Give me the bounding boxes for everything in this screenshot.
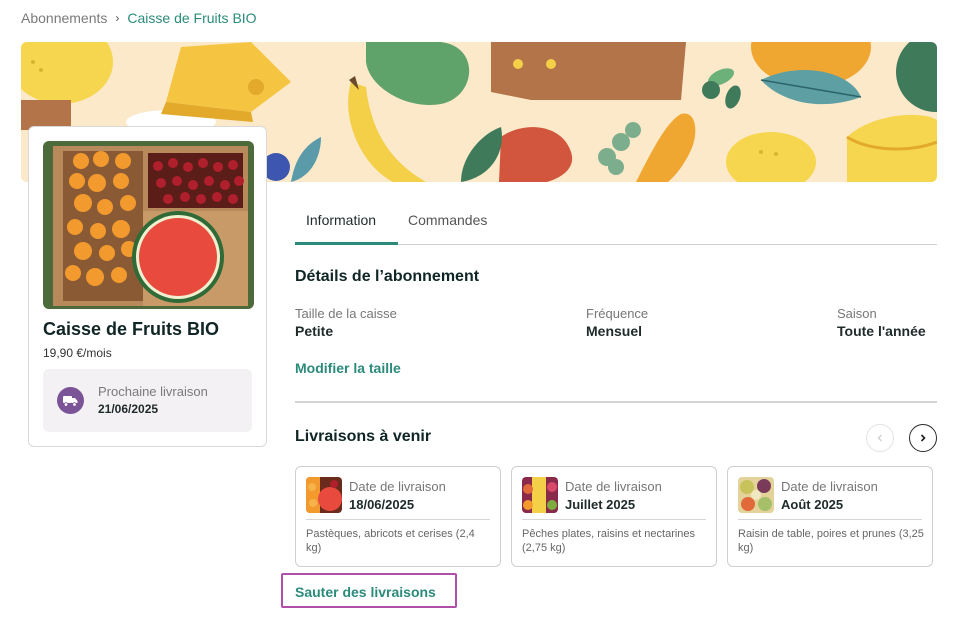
fruit-thumbnail-image [306,477,342,513]
delivery-date: Août 2025 [781,497,844,512]
delivery-description: Raisin de table, poires et prunes (3,25 … [738,528,924,554]
next-delivery-label: Prochaine livraison [98,384,208,399]
previous-button[interactable] [866,424,894,452]
field-value-size: Petite [295,323,334,339]
next-button[interactable] [909,424,937,452]
breadcrumb-current: Caisse de Fruits BIO [127,10,257,26]
next-delivery-date: 21/06/2025 [98,402,159,416]
chevron-right-icon [920,434,926,442]
breadcrumb-abonnements-link[interactable]: Abonnements [21,10,107,26]
details-title: Détails de l’abonnement [295,268,480,285]
delivery-description: Pêches plates, raisins et nectarines (2,… [522,528,696,554]
field-label-size: Taille de la caisse [295,306,397,321]
delivery-date: 18/06/2025 [349,497,415,512]
product-photo [43,141,254,309]
delivery-label: Date de livraison [781,479,878,494]
tab-bar: Information Commandes [295,200,937,245]
section-divider [295,401,937,403]
modify-size-link[interactable]: Modifier la taille [295,360,401,376]
delivery-divider [306,519,490,520]
chevron-left-icon [877,434,882,442]
upcoming-title: Livraisons à venir [295,428,432,445]
tab-information[interactable]: Information [306,212,376,228]
delivery-date: Juillet 2025 [565,497,636,512]
delivery-label: Date de livraison [565,479,662,494]
delivery-divider [738,519,922,520]
delivery-card[interactable]: Date de livraison Juillet 2025 Pêches pl… [511,466,717,567]
product-name: Caisse de Fruits BIO [43,319,220,339]
fruit-box-image [43,141,254,309]
field-label-season: Saison [837,306,877,321]
active-tab-indicator [295,242,398,245]
delivery-description: Pastèques, abricots et cerises (2,4 kg) [306,528,475,554]
skip-deliveries-link[interactable]: Sauter des livraisons [295,584,436,600]
field-label-frequency: Fréquence [586,306,649,321]
next-delivery-box: Prochaine livraison 21/06/2025 [43,369,252,432]
delivery-divider [522,519,706,520]
field-value-frequency: Mensuel [586,323,643,339]
fruit-thumbnail-image [522,477,558,513]
truck-icon [57,387,84,414]
fruit-thumbnail-image [738,477,774,513]
delivery-card[interactable]: Date de livraison Août 2025 Raisin de ta… [727,466,933,567]
tab-commandes[interactable]: Commandes [408,212,487,228]
breadcrumb-separator: › [115,11,120,25]
product-card: Caisse de Fruits BIO 19,90 €/mois Procha… [28,126,267,447]
delivery-label: Date de livraison [349,479,446,494]
product-price: 19,90 €/mois [43,346,112,360]
breadcrumb: Abonnements › Caisse de Fruits BIO [21,10,257,26]
delivery-thumbnail [738,477,774,513]
delivery-thumbnail [306,477,342,513]
delivery-thumbnail [522,477,558,513]
field-value-season: Toute l'année [837,323,926,339]
delivery-card[interactable]: Date de livraison 18/06/2025 Pastèques, … [295,466,501,567]
